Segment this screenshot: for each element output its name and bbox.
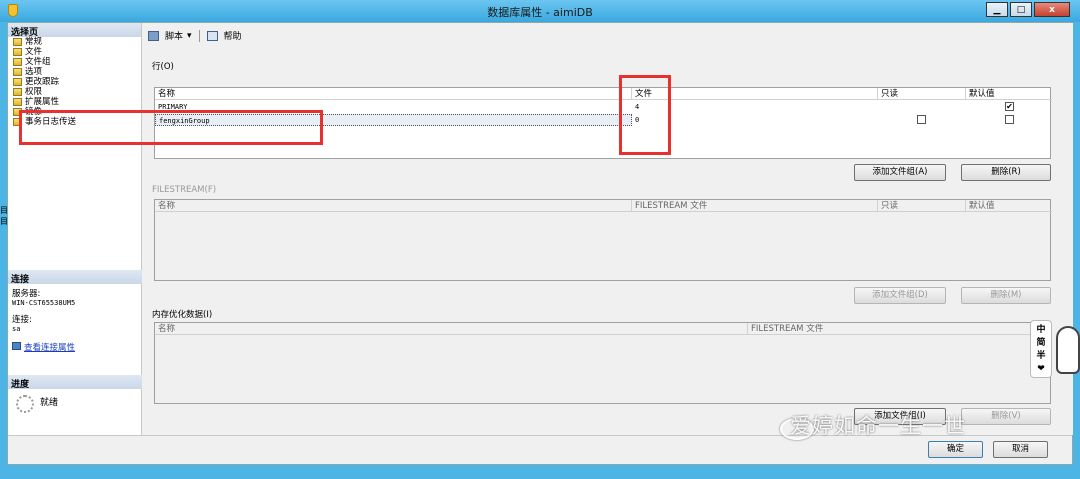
left-panel: 选择页 常规 文件 文件组 选项 更改跟踪 权限 扩展属性 镜像 事务日志传送 … <box>8 23 142 435</box>
page-icon <box>13 68 22 76</box>
page-icon <box>13 48 22 56</box>
title-bar: 数据库属性 - aimiDB ▁ □ x <box>0 0 1080 22</box>
nav-item-filegroups[interactable]: 文件组 <box>13 57 141 67</box>
nav-item-options[interactable]: 选项 <box>13 67 141 77</box>
column-header-name[interactable]: 名称 <box>155 323 748 335</box>
column-header-readonly[interactable]: 只读 <box>878 200 966 212</box>
filestream-section-label: FILESTREAM(F) <box>152 185 217 195</box>
app-window: 数据库属性 - aimiDB ▁ □ x 选择页 常规 文件 文件组 选项 更改… <box>0 0 1080 479</box>
left-edge-char: 目 <box>0 217 8 226</box>
script-button[interactable]: 脚本 <box>165 29 183 42</box>
column-header-default[interactable]: 默认值 <box>966 200 1052 212</box>
left-edge-char: 目 <box>0 206 8 215</box>
nav-item-general[interactable]: 常规 <box>13 37 141 47</box>
memory-section-label: 内存优化数据(I) <box>152 310 213 320</box>
connection-properties-icon <box>12 342 21 350</box>
rows-section-label: 行(O) <box>152 62 174 72</box>
add-filegroup-button[interactable]: 添加文件组(A) <box>854 164 946 181</box>
column-header-name[interactable]: 名称 <box>155 88 632 100</box>
help-icon <box>206 30 218 41</box>
left-edge-text: 目 目 <box>0 205 8 227</box>
select-page-header: 选择页 <box>8 23 141 38</box>
connection-header: 连接 <box>8 270 142 285</box>
delete-filestream-button[interactable]: 删除(M) <box>961 287 1051 304</box>
ime-badge[interactable]: 中 简 半 ❤ <box>1030 320 1052 378</box>
connection-panel: 连接 服务器: WIN-CST65538UM5 连接: sa 查看连接属性 <box>8 270 142 353</box>
help-button[interactable]: 帮助 <box>224 29 242 42</box>
page-icon <box>13 88 22 96</box>
default-checkbox[interactable] <box>1005 115 1014 124</box>
progress-status: 就绪 <box>40 398 59 408</box>
mascot-icon <box>1056 326 1080 374</box>
page-icon <box>13 98 22 106</box>
memory-grid[interactable]: 名称 FILESTREAM 文件 <box>154 322 1052 404</box>
filestream-grid[interactable]: 名称 FILESTREAM 文件 只读 默认值 <box>154 199 1052 281</box>
view-connection-properties-link[interactable]: 查看连接属性 <box>24 343 75 353</box>
column-header-readonly[interactable]: 只读 <box>878 88 966 100</box>
delete-memory-button[interactable]: 删除(V) <box>961 408 1051 425</box>
ime-char: 半 <box>1036 351 1046 361</box>
dialog-client: 选择页 常规 文件 文件组 选项 更改跟踪 权限 扩展属性 镜像 事务日志传送 … <box>7 22 1073 465</box>
spinner-icon <box>16 395 34 413</box>
highlight-box-files <box>619 75 671 155</box>
nav-item-files[interactable]: 文件 <box>13 47 141 57</box>
page-icon <box>13 38 22 46</box>
page-icon <box>13 78 22 86</box>
watermark-text: 爱婷如命一生一世 <box>790 414 966 438</box>
script-icon <box>148 30 159 41</box>
nav-item-extended-properties[interactable]: 扩展属性 <box>13 97 141 107</box>
column-header-default[interactable]: 默认值 <box>966 88 1052 100</box>
connection-label: 连接: <box>12 315 32 325</box>
close-button[interactable]: x <box>1034 2 1070 17</box>
toolbar: 脚本 ▾ 帮助 <box>148 29 242 42</box>
server-label: 服务器: <box>12 289 41 299</box>
maximize-button[interactable]: □ <box>1010 2 1032 17</box>
connection-value: sa <box>12 325 21 333</box>
column-header-filestream-files[interactable]: FILESTREAM 文件 <box>632 200 878 212</box>
ime-char: 简 <box>1036 338 1046 348</box>
ime-char: 中 <box>1036 325 1046 335</box>
column-header-name[interactable]: 名称 <box>155 200 632 212</box>
column-header-filestream-files[interactable]: FILESTREAM 文件 <box>748 323 1052 335</box>
ok-button[interactable]: 确定 <box>928 441 983 458</box>
server-value: WIN-CST65538UM5 <box>12 299 76 307</box>
add-filestream-filegroup-button[interactable]: 添加文件组(D) <box>854 287 946 304</box>
script-dropdown-icon[interactable]: ▾ <box>187 31 192 41</box>
toolbar-separator <box>198 29 200 42</box>
page-icon <box>13 58 22 66</box>
delete-filegroup-button[interactable]: 删除(R) <box>961 164 1051 181</box>
progress-header: 进度 <box>8 375 142 390</box>
main-panel: 脚本 ▾ 帮助 行(O) 名称 文件 只读 默认值 PRIMARY 4 ✔ fe… <box>19 23 1073 435</box>
nav-item-permissions[interactable]: 权限 <box>13 87 141 97</box>
minimize-button[interactable]: ▁ <box>986 2 1008 17</box>
cancel-button[interactable]: 取消 <box>993 441 1048 458</box>
window-title: 数据库属性 - aimiDB <box>487 6 593 19</box>
ime-char: ❤ <box>1037 364 1045 374</box>
nav-item-change-tracking[interactable]: 更改跟踪 <box>13 77 141 87</box>
progress-panel: 进度 就绪 <box>8 375 142 413</box>
highlight-box-name <box>19 110 323 145</box>
readonly-checkbox[interactable] <box>917 115 926 124</box>
default-checkbox[interactable]: ✔ <box>1005 102 1014 111</box>
